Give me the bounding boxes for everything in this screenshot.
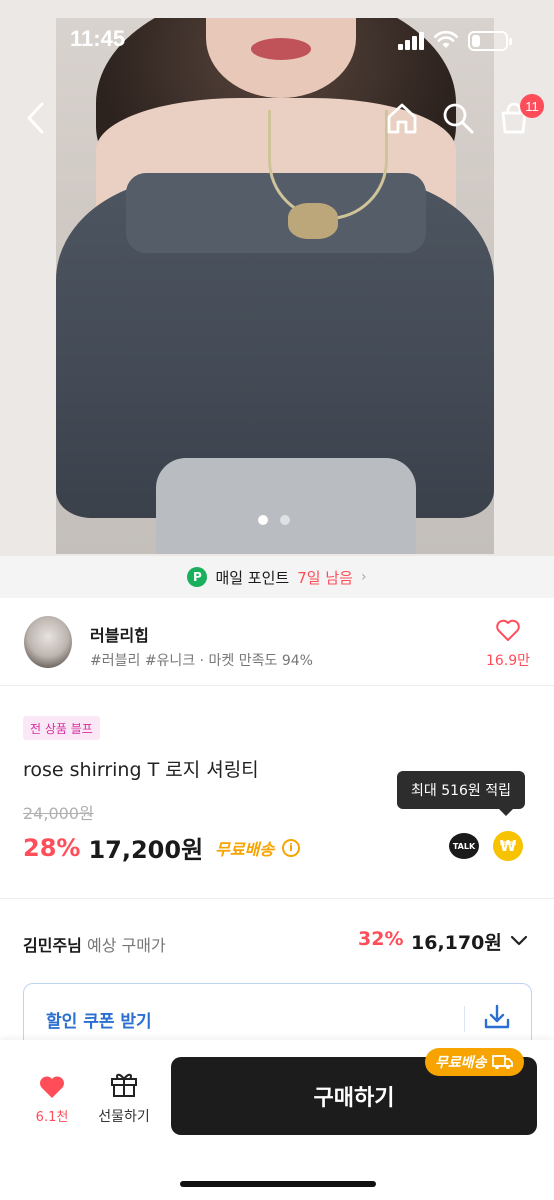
product-title: rose shirring T 로지 셔링티 [23, 759, 259, 781]
expected-price: 16,170원 [411, 932, 502, 954]
wifi-icon [434, 30, 458, 48]
gallery-pagination [258, 515, 290, 525]
expected-price-row[interactable]: 김민주님 예상 구매가 32% 16,170원 [23, 928, 533, 956]
download-icon [484, 1004, 510, 1029]
bottom-action-bar: 6.1천 선물하기 구매하기 무료배송 [0, 1040, 554, 1200]
back-button[interactable] [16, 98, 56, 138]
product-image-gallery[interactable] [0, 0, 554, 556]
coupon-label: 할인 쿠폰 받기 [46, 1012, 152, 1032]
signal-icon [398, 32, 424, 50]
won-reward-icon[interactable]: ₩ [493, 831, 523, 861]
coupon-divider [464, 1006, 465, 1032]
expected-price-label: 김민주님 예상 구매가 [23, 932, 166, 956]
search-icon [443, 103, 474, 134]
cart-count-badge: 11 [520, 94, 544, 118]
point-days-left: 7일 남음 [297, 568, 353, 587]
home-indicator [180, 1181, 376, 1187]
gift-button[interactable]: 선물하기 [92, 1070, 156, 1126]
seller-favorite-button[interactable]: 16.9만 [480, 618, 536, 670]
search-button[interactable] [438, 98, 478, 138]
gallery-dot[interactable] [280, 515, 290, 525]
free-shipping-badge: 무료배송 [425, 1048, 524, 1076]
seller-name[interactable]: 러블리힙 [90, 622, 149, 646]
promo-tag: 전 상품 블프 [23, 716, 100, 740]
seller-row[interactable]: 러블리힙 #러블리 #유니크 · 마켓 만족도 94% 16.9만 [0, 600, 554, 686]
free-shipping-label: 무료배송 [215, 839, 275, 859]
info-icon[interactable]: i [282, 838, 301, 857]
price-row: 28% 17,200원 무료배송 i [23, 830, 301, 865]
heart-outline-icon [496, 619, 520, 641]
gift-icon [111, 1073, 137, 1097]
chevron-left-icon [27, 102, 44, 134]
truck-icon [491, 1055, 513, 1069]
expected-label: 예상 구매가 [81, 936, 166, 955]
point-label: 매일 포인트 [215, 568, 290, 587]
seller-meta: #러블리 #유니크 · 마켓 만족도 94% [90, 653, 313, 669]
user-name: 김민주님 [23, 936, 82, 955]
daily-point-banner[interactable]: P 매일 포인트 7일 남음 › [0, 556, 554, 598]
home-icon [387, 103, 417, 134]
status-bar: 11:45 [0, 0, 554, 60]
chevron-right-icon: › [360, 569, 367, 585]
like-button[interactable]: 6.1천 [30, 1074, 74, 1125]
chevron-down-icon[interactable] [509, 930, 529, 950]
point-icon: P [187, 567, 208, 587]
battery-icon [468, 31, 512, 51]
discount-rate: 28% [23, 833, 81, 862]
original-price: 24,000원 [23, 804, 94, 823]
kakao-talk-icon[interactable]: TALK [449, 833, 479, 859]
product-photo [56, 18, 494, 554]
avatar[interactable] [24, 616, 72, 668]
like-count: 6.1천 [35, 1110, 69, 1125]
heart-filled-icon [39, 1076, 65, 1098]
status-time: 11:45 [70, 26, 126, 51]
seller-fav-count: 16.9만 [485, 653, 531, 669]
gallery-dot-active[interactable] [258, 515, 268, 525]
expected-discount: 32% [358, 928, 404, 950]
badge-label: 무료배송 [435, 1055, 487, 1071]
home-button[interactable] [382, 98, 422, 138]
gift-label: 선물하기 [98, 1109, 150, 1125]
divider [0, 898, 554, 899]
sale-price: 17,200원 [88, 836, 204, 864]
reward-tooltip: 최대 516원 적립 [397, 771, 525, 816]
